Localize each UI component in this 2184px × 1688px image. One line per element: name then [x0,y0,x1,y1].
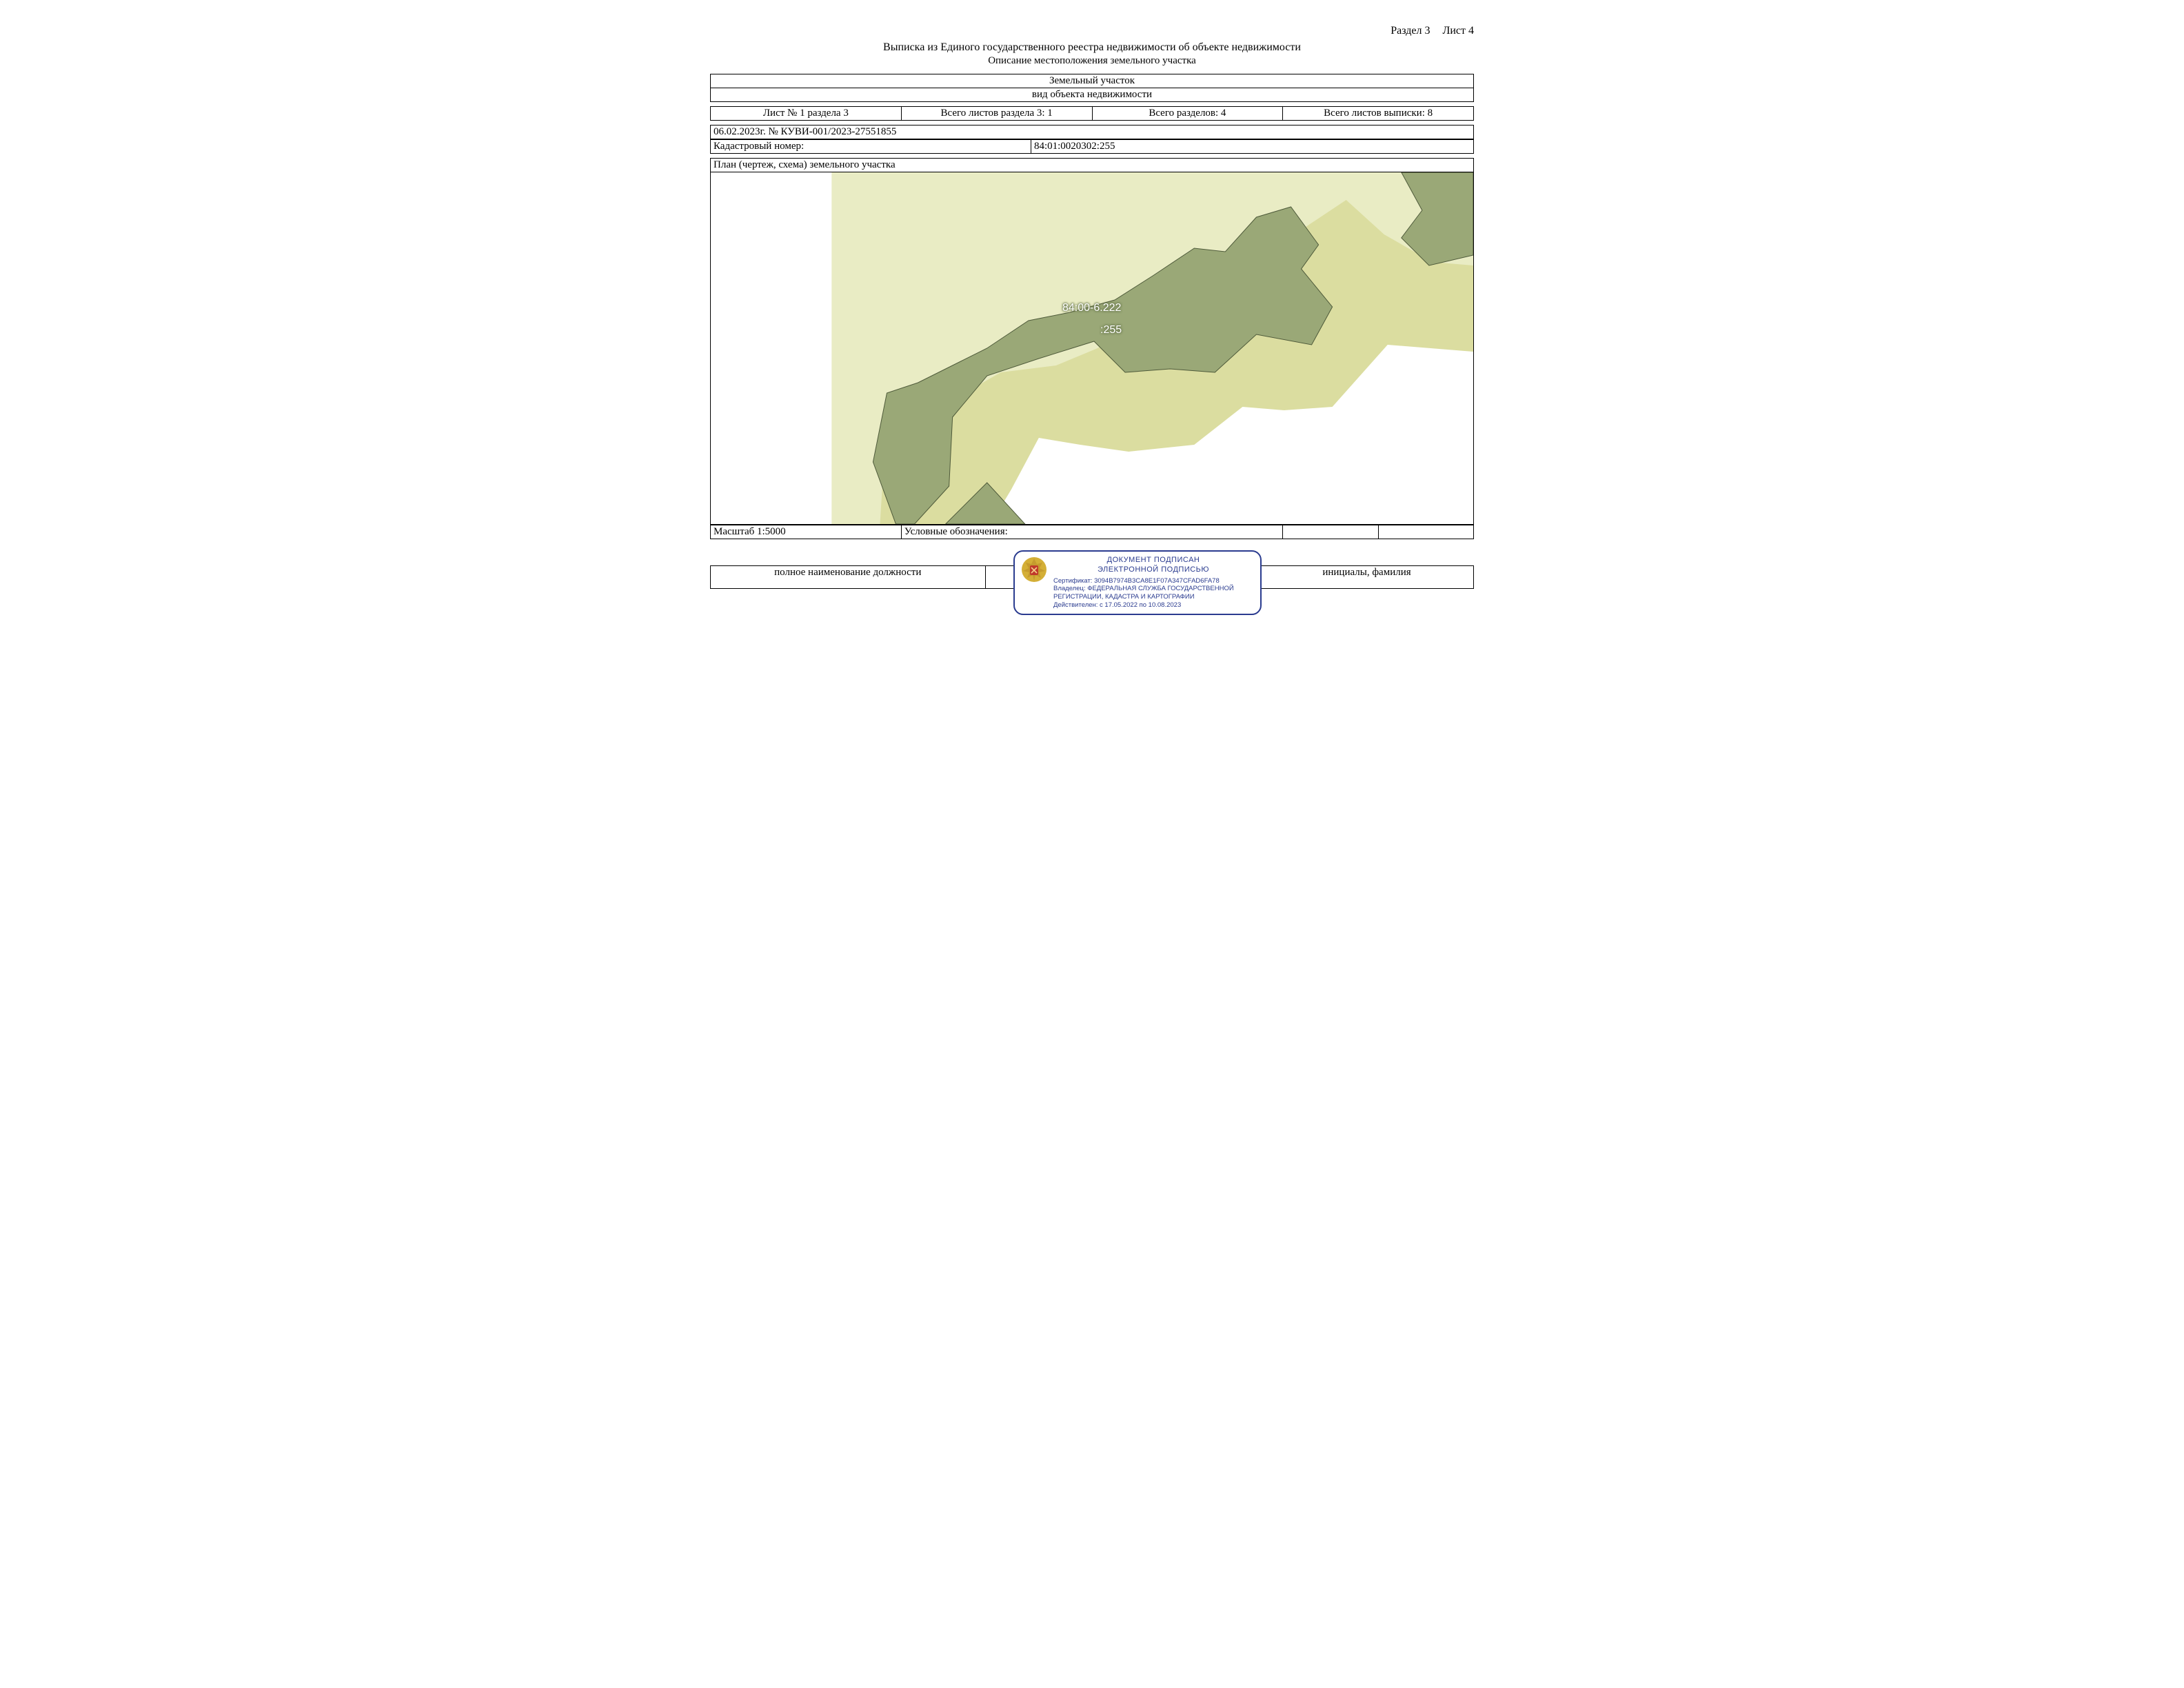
digital-signature-stamp: ДОКУМЕНТ ПОДПИСАН ЭЛЕКТРОННОЙ ПОДПИСЬЮ С… [1013,550,1262,615]
stamp-line2: ЭЛЕКТРОННОЙ ПОДПИСЬЮ [1053,565,1253,575]
plan-title: План (чертеж, схема) земельного участка [710,158,1474,172]
object-row-2: вид объекта недвижимости [711,88,1474,102]
emblem-icon [1020,556,1048,583]
cadastral-label: Кадастровый номер: [711,140,1031,154]
plan-box: 84:00-6.222 :255 [710,172,1474,525]
header-section-sheet: Раздел 3 Лист 4 [710,25,1474,37]
plan-svg [711,172,1473,524]
stamp-cert: Сертификат: 3094B7974B3CA8E1F07A347CFAD6… [1053,577,1253,585]
counts-table: Лист № 1 раздела 3 Всего листов раздела … [710,106,1474,121]
sheet-label: Лист 4 [1442,25,1474,37]
signature-block: полное наименование должности инициалы, … [710,565,1474,589]
cadastral-value: 84:01:0020302:255 [1031,140,1473,154]
object-row-1: Земельный участок [711,74,1474,88]
cadastral-table: Кадастровый номер: 84:01:0020302:255 [710,139,1474,154]
scale-legend-table: Масштаб 1:5000 Условные обозначения: [710,525,1474,539]
section-label: Раздел 3 [1391,25,1430,37]
stamp-owner: Владелец: ФЕДЕРАЛЬНАЯ СЛУЖБА ГОСУДАРСТВЕ… [1053,585,1253,601]
count-1: Лист № 1 раздела 3 [711,107,902,121]
doc-title: Выписка из Единого государственного реес… [710,41,1474,54]
count-2: Всего листов раздела 3: 1 [901,107,1092,121]
count-4: Всего листов выписки: 8 [1283,107,1474,121]
sign-right: инициалы, фамилия [1260,566,1474,589]
scale-cell: Масштаб 1:5000 [711,525,902,539]
object-type-table: Земельный участок вид объекта недвижимос… [710,74,1474,102]
doc-subtitle: Описание местоположения земельного участ… [710,55,1474,67]
map-zone-label: 84:00-6.222 [1062,302,1121,314]
stamp-valid: Действителен: с 17.05.2022 по 10.08.2023 [1053,601,1253,610]
legend-blank-1 [1283,525,1378,539]
count-3: Всего разделов: 4 [1092,107,1283,121]
map-parcel-label: :255 [1100,324,1122,336]
stamp-line1: ДОКУМЕНТ ПОДПИСАН [1053,556,1253,565]
legend-blank-2 [1378,525,1473,539]
legend-cell: Условные обозначения: [901,525,1283,539]
sign-left: полное наименование должности [711,566,986,589]
ref-table: 06.02.2023г. № КУВИ-001/2023-27551855 [710,125,1474,139]
ref-line: 06.02.2023г. № КУВИ-001/2023-27551855 [711,125,1474,139]
